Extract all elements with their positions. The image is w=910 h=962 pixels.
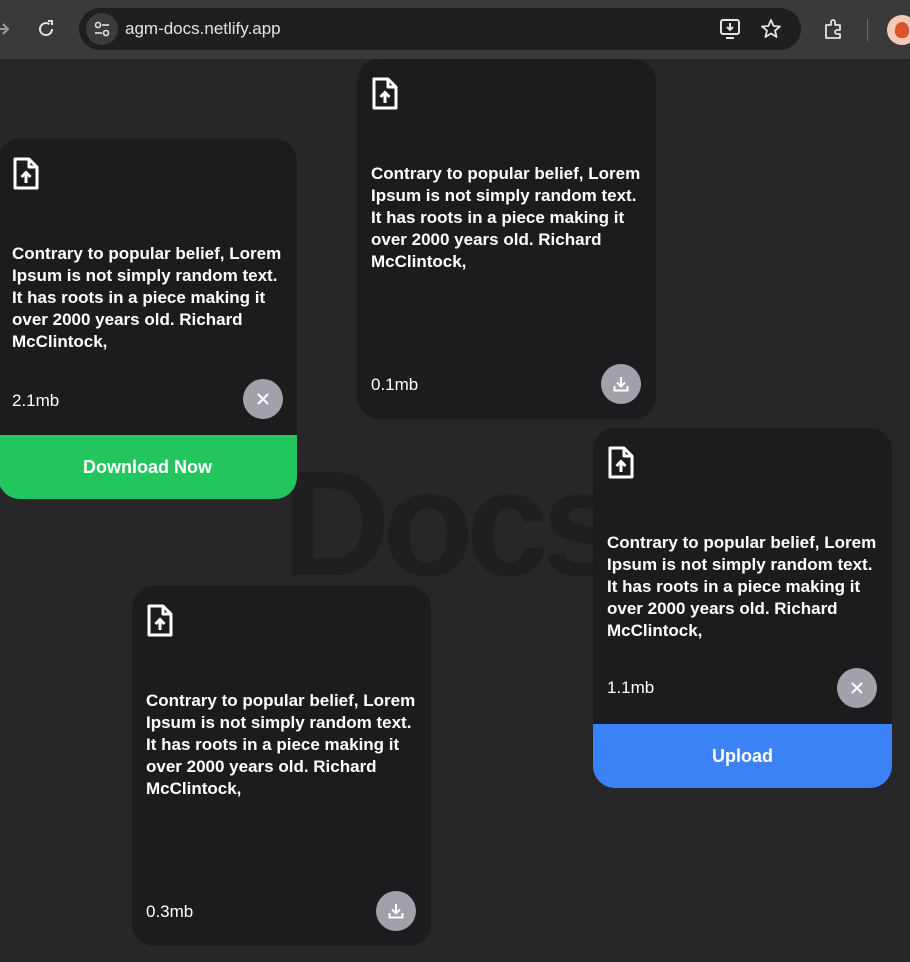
browser-toolbar: agm-docs.netlify.app xyxy=(0,0,910,59)
card-description: Contrary to popular belief, Lorem Ipsum … xyxy=(371,164,641,271)
card-description: Contrary to popular belief, Lorem Ipsum … xyxy=(607,533,877,640)
bookmark-star-icon[interactable] xyxy=(759,17,783,41)
profile-avatar[interactable] xyxy=(887,15,910,45)
forward-arrow-icon[interactable] xyxy=(0,18,10,40)
download-button[interactable] xyxy=(601,364,641,404)
file-size: 0.3mb xyxy=(146,902,194,921)
file-card: Contrary to popular belief, Lorem Ipsum … xyxy=(593,428,892,788)
download-icon xyxy=(388,904,404,919)
download-icon xyxy=(613,377,629,392)
file-size: 0.1mb xyxy=(371,375,419,394)
reload-icon[interactable] xyxy=(34,17,58,41)
upload-button[interactable]: Upload xyxy=(593,724,892,788)
background-watermark-text: Docs xyxy=(282,439,625,607)
address-bar[interactable]: agm-docs.netlify.app xyxy=(79,8,801,50)
close-button[interactable] xyxy=(837,668,877,708)
url-text[interactable]: agm-docs.netlify.app xyxy=(125,19,281,39)
close-icon xyxy=(257,393,269,405)
close-icon xyxy=(851,682,863,694)
download-button[interactable] xyxy=(376,891,416,931)
file-upload-icon xyxy=(608,446,634,479)
file-upload-icon xyxy=(372,77,398,110)
file-size: 1.1mb xyxy=(607,678,655,697)
file-upload-icon xyxy=(147,604,173,637)
card-description: Contrary to popular belief, Lorem Ipsum … xyxy=(146,691,416,798)
tune-icon xyxy=(94,21,110,37)
site-info-button[interactable] xyxy=(86,13,118,45)
file-size: 2.1mb xyxy=(12,391,60,410)
file-card: Contrary to popular belief, Lorem Ipsum … xyxy=(0,139,297,499)
install-app-icon[interactable] xyxy=(719,18,743,40)
file-card: Contrary to popular belief, Lorem Ipsum … xyxy=(357,59,656,419)
file-card: Contrary to popular belief, Lorem Ipsum … xyxy=(132,586,431,946)
toolbar-divider xyxy=(867,19,868,41)
file-upload-icon xyxy=(13,157,39,190)
extensions-icon[interactable] xyxy=(822,17,846,41)
close-button[interactable] xyxy=(243,379,283,419)
card-description: Contrary to popular belief, Lorem Ipsum … xyxy=(12,244,282,351)
download-now-button[interactable]: Download Now xyxy=(0,435,297,499)
